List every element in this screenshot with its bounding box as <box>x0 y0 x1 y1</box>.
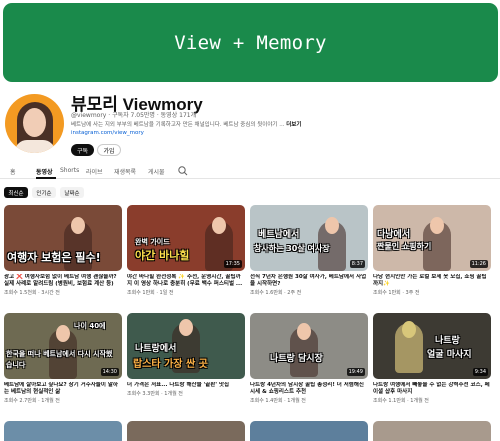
tab-home[interactable]: 홈 <box>10 167 16 176</box>
video-title[interactable]: 나트랑 여행에서 빼놓을 수 없는 강력추천 코스, 페이셜 샵후 마사지 <box>373 382 491 396</box>
video-duration: 17:35 <box>223 260 242 268</box>
channel-description[interactable]: 베트남에 사는 지외 부부의 베트남을 기록하고자 만든 채널입니다. 베트남 … <box>71 120 301 128</box>
video-title[interactable]: 베트남에 살아보고 싶나요? 장기 거주자들이 말하는 베트남의 현실적인 삶 <box>4 382 122 396</box>
video-thumbnail[interactable]: 나트랑에서 랍스타 가장 싼 곳 <box>127 313 245 379</box>
thumbnail-caption: 나이 40에 <box>74 322 106 330</box>
video-thumbnail[interactable] <box>4 421 122 441</box>
video-title[interactable]: 광고 ❌ 여행자보험 없이 베트남 여행 괜찮을까? 실제 사례로 알려드림 (… <box>4 274 122 288</box>
video-title[interactable]: 나트랑 4년차의 담시장 꿀팁 총정리! 더 저렴해진 시세 & 쇼핑리스트 추… <box>250 382 368 396</box>
video-card[interactable]: 완벽 가이드 야간 바나힐 17:35 야간 바나힐 완전정복 ✨ 추천, 운영… <box>127 205 245 296</box>
channel-link[interactable]: instagram.com/view_mory <box>71 130 144 136</box>
thumbnail-caption: 여행자 보험은 필수! <box>7 251 101 264</box>
video-duration: 19:49 <box>346 368 365 376</box>
video-card[interactable]: 나트랑 담시장 19:49 나트랑 4년차의 담시장 꿀팁 총정리! 더 저렴해… <box>250 313 368 404</box>
thumbnail-caption: 나트랑 <box>435 336 460 346</box>
thumbnail-caption: 짠물인 쇼핑하기 <box>377 242 432 251</box>
video-meta: 조회수 1.6만회 · 2주 전 <box>250 290 302 296</box>
video-duration: 8:37 <box>349 260 365 268</box>
video-thumbnail[interactable] <box>373 421 491 441</box>
video-thumbnail[interactable]: 베트남에서 창사하는 30살 여사장 8:37 <box>250 205 368 271</box>
description-text: 베트남에 사는 지외 부부의 베트남을 기록하고자 만든 채널입니다. 베트남 … <box>71 122 285 128</box>
video-meta: 조회수 1.1만회 · 1개월 전 <box>373 398 429 404</box>
video-title[interactable]: 야간 바나힐 완전정복 ✨ 추천, 운영시간, 꿀팁까지 이 영상 하나로 충분… <box>127 274 245 288</box>
video-meta: 조회수 2.7만회 · 1개월 전 <box>4 398 60 404</box>
video-meta: 조회수 1만회 · 3주 전 <box>373 290 420 296</box>
thumbnail-caption: 나트랑에서 <box>135 344 177 354</box>
video-meta: 조회수 1만회 · 1일 전 <box>127 290 174 296</box>
video-card[interactable]: 나이 40에 한국을 떠나 베트남에서 다시 시작했습니다 14:30 베트남에… <box>4 313 122 404</box>
channel-tabs: 홈 동영상 Shorts 라이브 재생목록 게시물 <box>0 164 500 179</box>
video-thumbnail[interactable]: 여행자 보험은 필수! <box>4 205 122 271</box>
banner-text: View + Memory <box>174 31 327 54</box>
thumbnail-caption: 창사하는 30살 여사장 <box>254 244 330 253</box>
video-thumbnail[interactable]: 나트랑 담시장 19:49 <box>250 313 368 379</box>
video-duration: 11:26 <box>469 260 488 268</box>
video-thumbnail[interactable]: 나이 40에 한국을 떠나 베트남에서 다시 시작했습니다 14:30 <box>4 313 122 379</box>
channel-meta: @viewmory · 구독자 7.05만명 · 동영상 171개 <box>71 112 197 119</box>
video-title[interactable]: 더 가격은 저표... 나트랑 해산물 '끝판' 맛집 <box>127 382 245 389</box>
tab-videos[interactable]: 동영상 <box>36 167 53 176</box>
subscribe-button[interactable]: 구독 <box>71 144 94 156</box>
video-thumbnail[interactable]: 나트랑 얼굴 마사지 9:34 <box>373 313 491 379</box>
search-icon[interactable] <box>177 165 189 177</box>
thumbnail-caption: 나트랑 담시장 <box>270 354 323 364</box>
tab-shorts[interactable]: Shorts <box>60 167 79 174</box>
video-card[interactable]: 나트랑에서 랍스타 가장 싼 곳 더 가격은 저표... 나트랑 해산물 '끝판… <box>127 313 245 397</box>
thumbnail-caption: 다낭에서 <box>377 230 411 240</box>
video-title[interactable]: 다낭 현지인만 가는 로컬 보세 옷 모집, 쇼핑 꿀팁까지✨ <box>373 274 491 288</box>
video-duration: 14:30 <box>100 368 119 376</box>
tab-playlists[interactable]: 재생목록 <box>114 167 136 176</box>
channel-banner: View + Memory <box>3 3 498 82</box>
active-tab-indicator <box>36 177 56 179</box>
tab-posts[interactable]: 게시물 <box>148 167 165 176</box>
video-card[interactable]: 여행자 보험은 필수! 광고 ❌ 여행자보험 없이 베트남 여행 괜찮을까? 실… <box>4 205 122 296</box>
video-card[interactable]: 다낭에서 짠물인 쇼핑하기 11:26 다낭 현지인만 가는 로컬 보세 옷 모… <box>373 205 491 296</box>
video-thumbnail[interactable] <box>250 421 368 441</box>
chip-latest[interactable]: 최신순 <box>4 187 28 198</box>
video-meta: 조회수 1.5천회 · 3시간 전 <box>4 290 60 296</box>
thumbnail-caption: 얼굴 마사지 <box>427 350 472 360</box>
channel-avatar[interactable] <box>5 94 64 153</box>
video-thumbnail[interactable]: 다낭에서 짠물인 쇼핑하기 11:26 <box>373 205 491 271</box>
chip-popular[interactable]: 인기순 <box>32 187 56 198</box>
thumbnail-caption: 랍스타 가장 싼 곳 <box>133 359 208 370</box>
video-card[interactable]: 베트남에서 창사하는 30살 여사장 8:37 전직 7년차 은행원 30살 여… <box>250 205 368 296</box>
video-thumbnail[interactable] <box>127 421 245 441</box>
thumbnail-caption: 야간 바나힐 <box>135 249 190 262</box>
chip-oldest[interactable]: 날짜순 <box>60 187 84 198</box>
video-meta: 조회수 1.4만회 · 1개월 전 <box>250 398 306 404</box>
video-title[interactable]: 전직 7년차 은행원 30살 여자가, 베트남에서 사업을 시작하면? <box>250 274 368 288</box>
more-link[interactable]: 더보기 <box>286 122 301 128</box>
video-card[interactable]: 나트랑 얼굴 마사지 9:34 나트랑 여행에서 빼놓을 수 없는 강력추천 코… <box>373 313 491 404</box>
video-thumbnail[interactable]: 완벽 가이드 야간 바나힐 17:35 <box>127 205 245 271</box>
thumbnail-caption: 베트남에서 <box>258 230 300 240</box>
video-meta: 조회수 3.3만회 · 1개월 전 <box>127 391 183 397</box>
video-duration: 9:34 <box>472 368 488 376</box>
tab-live[interactable]: 라이브 <box>86 167 103 176</box>
thumbnail-caption: 완벽 가이드 <box>135 238 170 246</box>
join-button[interactable]: 가입 <box>97 144 121 156</box>
